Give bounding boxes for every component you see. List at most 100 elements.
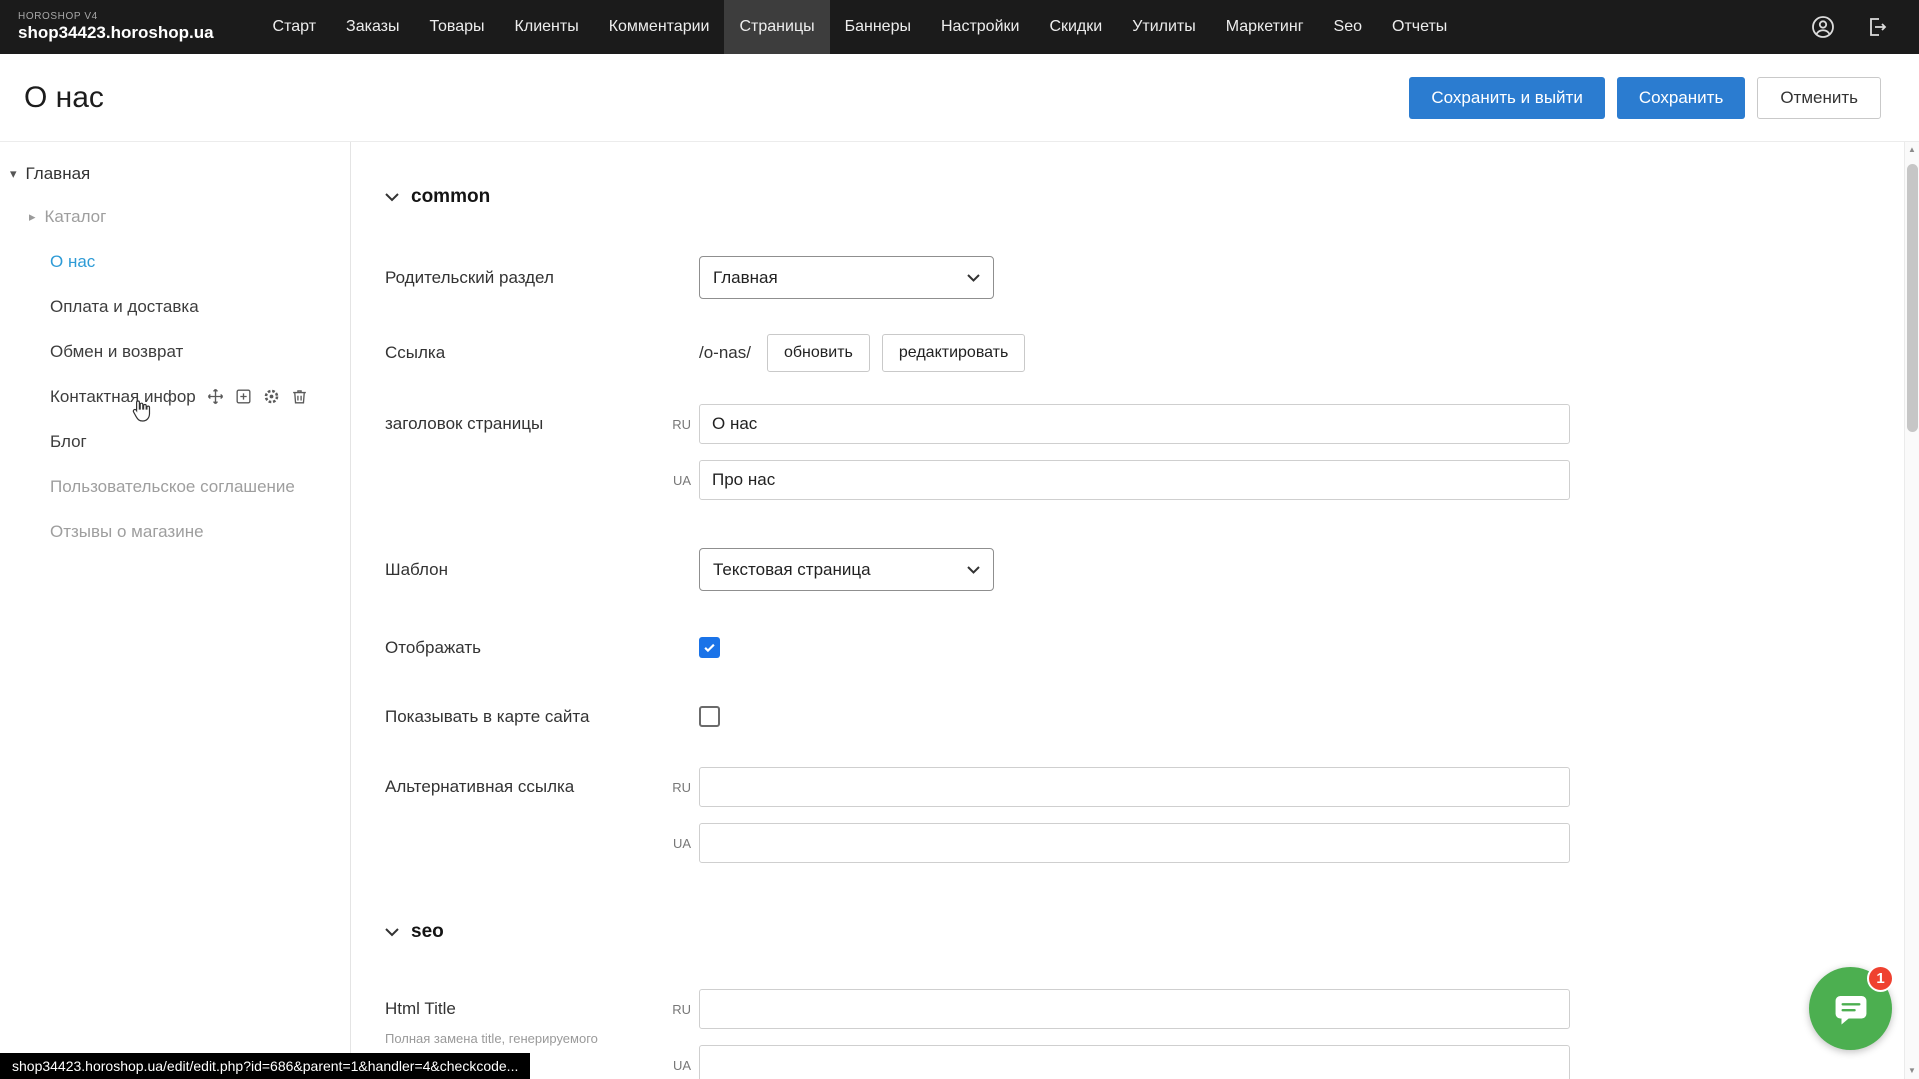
refresh-link-button[interactable]: обновить xyxy=(767,334,870,372)
link-path: /o-nas/ xyxy=(699,343,751,363)
brand-logo[interactable]: HOROSHOP V4 shop34423.horoshop.ua xyxy=(18,11,214,42)
display-checkbox[interactable] xyxy=(699,637,720,658)
sitemap-label: Показывать в карте сайта xyxy=(385,707,665,727)
html-title-row: Html Title Полная замена title, генериру… xyxy=(385,989,1919,1079)
display-label: Отображать xyxy=(385,638,665,658)
page-title-row: заголовок страницы RU UA xyxy=(385,404,1919,500)
link-label: Ссылка xyxy=(385,343,665,363)
sidebar-item-blog[interactable]: Блог xyxy=(0,419,350,464)
nav-item-settings[interactable]: Настройки xyxy=(926,0,1034,54)
sidebar-item-label: Оплата и доставка xyxy=(50,297,199,317)
template-row: Шаблон Текстовая страница xyxy=(385,548,1919,591)
topbar: HOROSHOP V4 shop34423.horoshop.ua Старт … xyxy=(0,0,1919,54)
nav-item-start[interactable]: Старт xyxy=(258,0,331,54)
page-title-ru-input[interactable] xyxy=(699,404,1570,444)
edit-link-button[interactable]: редактировать xyxy=(882,334,1025,372)
nav-item-products[interactable]: Товары xyxy=(415,0,500,54)
sidebar-item-label: Контактная инфор xyxy=(50,387,196,407)
tree-list: ▸ Каталог О нас Оплата и доставка Обмен … xyxy=(0,194,350,554)
html-title-ua-input[interactable] xyxy=(699,1045,1570,1079)
chevron-right-icon: ▸ xyxy=(29,209,36,225)
nav-item-discounts[interactable]: Скидки xyxy=(1034,0,1117,54)
nav-item-clients[interactable]: Клиенты xyxy=(500,0,594,54)
sidebar-item-label: О нас xyxy=(50,252,95,272)
nav-item-utilities[interactable]: Утилиты xyxy=(1117,0,1211,54)
section-seo-header[interactable]: seo xyxy=(385,921,1919,943)
sidebar-item-exchange-return[interactable]: Обмен и возврат xyxy=(0,329,350,374)
logout-icon[interactable] xyxy=(1865,15,1889,39)
user-account-icon[interactable] xyxy=(1811,15,1835,39)
save-button[interactable]: Сохранить xyxy=(1617,77,1745,119)
chevron-down-icon xyxy=(385,193,399,202)
lang-badge-ua: UA xyxy=(665,1058,699,1073)
brand-domain: shop34423.horoshop.ua xyxy=(18,23,214,43)
sitemap-checkbox[interactable] xyxy=(699,706,720,727)
nav-item-pages[interactable]: Страницы xyxy=(724,0,829,54)
link-preview-statusbar: shop34423.horoshop.ua/edit/edit.php?id=6… xyxy=(0,1053,530,1079)
pages-tree-sidebar: ▾ Главная ▸ Каталог О нас Оплата и доста… xyxy=(0,142,351,1079)
sidebar-item-user-agreement[interactable]: Пользовательское соглашение xyxy=(0,464,350,509)
section-common-title: common xyxy=(411,186,490,208)
parent-section-row: Родительский раздел Главная xyxy=(385,256,1919,299)
alt-link-ua-input[interactable] xyxy=(699,823,1570,863)
sidebar-root-label: Главная xyxy=(26,164,91,184)
header-actions: Сохранить и выйти Сохранить Отменить xyxy=(1409,77,1881,119)
unread-count-badge: 1 xyxy=(1867,965,1894,992)
page-title-ua-input[interactable] xyxy=(699,460,1570,500)
add-page-icon[interactable] xyxy=(234,387,253,406)
scroll-thumb[interactable] xyxy=(1907,164,1918,432)
nav-item-banners[interactable]: Баннеры xyxy=(830,0,926,54)
template-select[interactable]: Текстовая страница xyxy=(699,548,994,591)
chevron-down-icon xyxy=(967,274,980,282)
topbar-right xyxy=(1811,15,1901,39)
parent-section-value: Главная xyxy=(713,268,778,288)
nav-item-seo[interactable]: Seo xyxy=(1319,0,1377,54)
sidebar-item-label: Блог xyxy=(50,432,87,452)
sidebar-item-label: Пользовательское соглашение xyxy=(50,477,295,497)
gear-icon[interactable] xyxy=(262,387,281,406)
check-icon xyxy=(702,640,717,655)
chevron-down-icon xyxy=(967,566,980,574)
alt-link-row: Альтернативная ссылка RU UA xyxy=(385,767,1919,863)
nav-item-orders[interactable]: Заказы xyxy=(331,0,414,54)
sidebar-item-store-reviews[interactable]: Отзывы о магазине xyxy=(0,509,350,554)
nav-item-comments[interactable]: Комментарии xyxy=(594,0,725,54)
nav-item-marketing[interactable]: Маркетинг xyxy=(1211,0,1319,54)
lang-badge-ru: RU xyxy=(665,1002,699,1017)
move-icon[interactable] xyxy=(206,387,225,406)
sidebar-item-label: Каталог xyxy=(45,207,107,227)
vertical-scrollbar[interactable]: ▲ ▼ xyxy=(1904,142,1919,1079)
sidebar-item-catalog[interactable]: ▸ Каталог xyxy=(0,194,350,239)
trash-icon[interactable] xyxy=(290,387,309,406)
scroll-up-button[interactable]: ▲ xyxy=(1908,142,1916,158)
sidebar-item-payment-delivery[interactable]: Оплата и доставка xyxy=(0,284,350,329)
chat-bubble-icon xyxy=(1832,990,1870,1028)
display-row: Отображать xyxy=(385,637,1919,658)
cancel-button[interactable]: Отменить xyxy=(1757,77,1881,119)
alt-link-ru-input[interactable] xyxy=(699,767,1570,807)
parent-section-select[interactable]: Главная xyxy=(699,256,994,299)
chat-launcher-button[interactable]: 1 xyxy=(1809,967,1892,1050)
main-nav: Старт Заказы Товары Клиенты Комментарии … xyxy=(258,0,1463,54)
html-title-ru-input[interactable] xyxy=(699,989,1570,1029)
template-label: Шаблон xyxy=(385,560,665,580)
save-exit-button[interactable]: Сохранить и выйти xyxy=(1409,77,1604,119)
lang-badge-ua: UA xyxy=(665,836,699,851)
nav-item-reports[interactable]: Отчеты xyxy=(1377,0,1462,54)
chevron-down-icon: ▾ xyxy=(10,166,17,182)
scroll-down-button[interactable]: ▼ xyxy=(1908,1063,1916,1079)
body-area: ▾ Главная ▸ Каталог О нас Оплата и доста… xyxy=(0,142,1919,1079)
row-action-icons xyxy=(206,387,309,406)
sidebar-item-about[interactable]: О нас xyxy=(0,239,350,284)
page-header: О нас Сохранить и выйти Сохранить Отмени… xyxy=(0,54,1919,142)
sidebar-item-contact-info[interactable]: Контактная инфор xyxy=(0,374,350,419)
page-title: О нас xyxy=(24,81,104,115)
page-title-label: заголовок страницы xyxy=(385,404,665,444)
section-common-header[interactable]: common xyxy=(385,186,1919,208)
sitemap-row: Показывать в карте сайта xyxy=(385,706,1919,727)
html-title-hint: Полная замена title, генерируемого xyxy=(385,1031,665,1048)
brand-version: HOROSHOP V4 xyxy=(18,11,214,23)
sidebar-item-main[interactable]: ▾ Главная xyxy=(0,154,350,194)
lang-badge-ru: RU xyxy=(665,780,699,795)
sidebar-item-label: Отзывы о магазине xyxy=(50,522,204,542)
